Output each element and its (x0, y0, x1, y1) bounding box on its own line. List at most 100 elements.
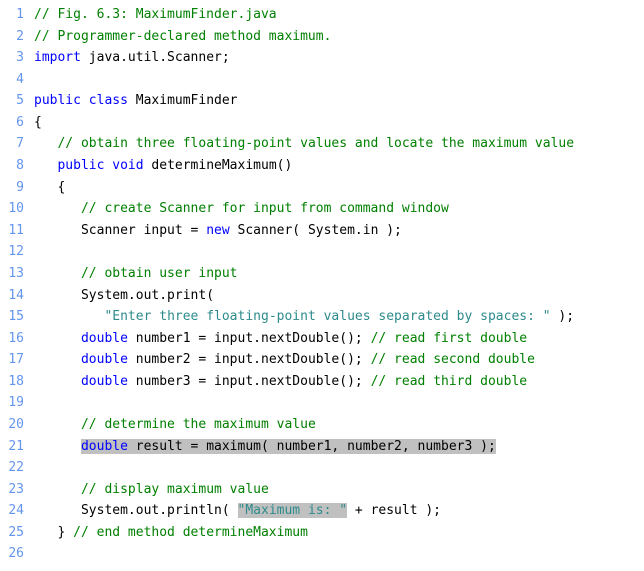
token: number2 = input.nextDouble(); (128, 352, 371, 367)
code-content: Scanner input = new Scanner( System.in )… (34, 220, 402, 242)
code-content: System.out.print( (34, 285, 214, 307)
line-number: 9 (0, 177, 34, 199)
code-line: 4 (0, 69, 644, 91)
line-number: 8 (0, 155, 34, 177)
token: // determine the maximum value (81, 417, 316, 432)
token: // read third double (371, 374, 528, 389)
code-line: 13 // obtain user input (0, 263, 644, 285)
code-content: // Fig. 6.3: MaximumFinder.java (34, 4, 277, 26)
token: class (89, 93, 128, 108)
code-line: 9 { (0, 177, 644, 199)
token: MaximumFinder (128, 93, 238, 108)
token: determineMaximum() (144, 158, 293, 173)
code-line: 12 (0, 241, 644, 263)
code-line: 25 } // end method determineMaximum (0, 522, 644, 544)
line-number: 10 (0, 198, 34, 220)
line-number: 2 (0, 26, 34, 48)
code-line: 17 double number2 = input.nextDouble(); … (0, 349, 644, 371)
code-listing: 1// Fig. 6.3: MaximumFinder.java2// Prog… (0, 4, 644, 565)
token: { (57, 180, 65, 195)
line-number: 20 (0, 414, 34, 436)
code-line: 19 (0, 392, 644, 414)
code-line: 18 double number3 = input.nextDouble(); … (0, 371, 644, 393)
line-number: 17 (0, 349, 34, 371)
code-line: 3import java.util.Scanner; (0, 47, 644, 69)
code-line: 16 double number1 = input.nextDouble(); … (0, 328, 644, 350)
token: double (81, 439, 128, 454)
code-content: "Enter three floating-point values separ… (34, 306, 574, 328)
code-content: // obtain three floating-point values an… (34, 133, 574, 155)
token: // create Scanner for input from command… (81, 201, 449, 216)
token: // read second double (371, 352, 535, 367)
token: import (34, 50, 81, 65)
line-number: 22 (0, 457, 34, 479)
line-number: 12 (0, 241, 34, 263)
line-number: 15 (0, 306, 34, 328)
code-content: // obtain user input (34, 263, 238, 285)
code-line: 5public class MaximumFinder (0, 90, 644, 112)
token: void (112, 158, 143, 173)
code-line: 11 Scanner input = new Scanner( System.i… (0, 220, 644, 242)
token: } (57, 525, 73, 540)
line-number: 11 (0, 220, 34, 242)
token: result = maximum( number1, number2, numb… (128, 439, 496, 454)
token: System.out.println( (81, 503, 238, 518)
token: { (34, 115, 42, 130)
token: ); (551, 309, 574, 324)
line-number: 13 (0, 263, 34, 285)
code-line: 24 System.out.println( "Maximum is: " + … (0, 500, 644, 522)
line-number: 4 (0, 69, 34, 91)
token: System.out.print( (81, 288, 214, 303)
token (81, 93, 89, 108)
token: java.util.Scanner; (81, 50, 230, 65)
token: number3 = input.nextDouble(); (128, 374, 371, 389)
code-content: public void determineMaximum() (34, 155, 292, 177)
code-line: 2// Programmer-declared method maximum. (0, 26, 644, 48)
token: public (57, 158, 104, 173)
token: double (81, 331, 128, 346)
code-line: 22 (0, 457, 644, 479)
code-content: double number1 = input.nextDouble(); // … (34, 328, 527, 350)
token: Scanner( System.in ); (230, 223, 402, 238)
token: double (81, 352, 128, 367)
code-line: 6{ (0, 112, 644, 134)
token: "Maximum is: " (238, 503, 348, 518)
code-content: import java.util.Scanner; (34, 47, 230, 69)
token: // display maximum value (81, 482, 269, 497)
line-number: 23 (0, 479, 34, 501)
code-content: { (34, 112, 42, 134)
code-line: 26 (0, 543, 644, 565)
code-content: // determine the maximum value (34, 414, 316, 436)
code-content: double number2 = input.nextDouble(); // … (34, 349, 535, 371)
code-content: double result = maximum( number1, number… (34, 436, 496, 458)
token: // obtain three floating-point values an… (57, 136, 574, 151)
line-number: 25 (0, 522, 34, 544)
code-line: 10 // create Scanner for input from comm… (0, 198, 644, 220)
token: "Enter three floating-point values separ… (104, 309, 550, 324)
token: public (34, 93, 81, 108)
line-number: 24 (0, 500, 34, 522)
code-line: 23 // display maximum value (0, 479, 644, 501)
code-content: { (34, 177, 65, 199)
token: // Programmer-declared method maximum. (34, 29, 331, 44)
token: + result ); (347, 503, 441, 518)
code-line: 14 System.out.print( (0, 285, 644, 307)
line-number: 14 (0, 285, 34, 307)
line-number: 3 (0, 47, 34, 69)
token: Scanner input = (81, 223, 206, 238)
code-content: // display maximum value (34, 479, 269, 501)
code-line: 20 // determine the maximum value (0, 414, 644, 436)
line-number: 1 (0, 4, 34, 26)
code-line: 1// Fig. 6.3: MaximumFinder.java (0, 4, 644, 26)
code-content: } // end method determineMaximum (34, 522, 308, 544)
code-content: // create Scanner for input from command… (34, 198, 449, 220)
token: double (81, 374, 128, 389)
code-content: System.out.println( "Maximum is: " + res… (34, 500, 441, 522)
line-number: 7 (0, 133, 34, 155)
code-line: 8 public void determineMaximum() (0, 155, 644, 177)
token: // obtain user input (81, 266, 238, 281)
line-number: 16 (0, 328, 34, 350)
line-number: 18 (0, 371, 34, 393)
code-line: 7 // obtain three floating-point values … (0, 133, 644, 155)
token: number1 = input.nextDouble(); (128, 331, 371, 346)
